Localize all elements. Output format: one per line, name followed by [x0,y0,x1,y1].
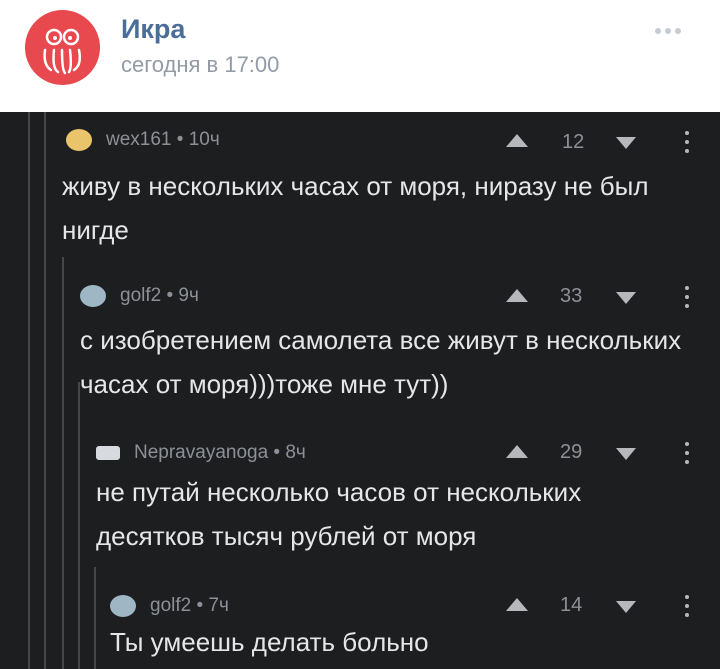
upvote-icon[interactable] [506,134,528,147]
downvote-icon[interactable] [616,292,636,304]
upvote-icon[interactable] [506,598,528,611]
comment-rating: 29 [560,441,583,463]
comments-screenshot: wex161 • 10ч 12 живу в нескольких часах … [0,112,720,669]
comment-author[interactable]: Nepravayanoga • 8ч [134,442,306,464]
comment-author[interactable]: wex161 • 10ч [106,129,220,151]
thread-line [28,112,30,669]
post-time: сегодня в 17:00 [121,52,280,77]
comment-rating: 14 [560,594,583,616]
more-options-icon[interactable] [655,22,689,40]
comment-menu-icon[interactable] [684,286,690,308]
group-name[interactable]: Икра [121,14,185,45]
octopus-icon [43,28,82,75]
thread-line [78,382,80,669]
comment-rating: 33 [560,285,583,307]
comment-menu-icon[interactable] [684,442,690,464]
user-avatar[interactable] [110,595,136,617]
upvote-icon[interactable] [506,445,528,458]
downvote-icon[interactable] [616,601,636,613]
post-header: Икра сегодня в 17:00 [0,0,720,112]
downvote-icon[interactable] [616,448,636,460]
comment-menu-icon[interactable] [684,595,690,617]
thread-line [44,112,46,669]
comment-menu-icon[interactable] [684,131,690,153]
comment-text: Ты умеешь делать больно [110,627,429,657]
comment-author[interactable]: golf2 • 9ч [120,285,199,307]
comment-text: не путай несколько часов от нескольких д… [96,477,582,551]
upvote-icon[interactable] [506,289,528,302]
downvote-icon[interactable] [616,137,636,149]
comment-text: живу в нескольких часах от моря, ниразу … [62,171,649,245]
thread-line [94,567,96,669]
comment-text: с изобретением самолета все живут в неск… [80,325,682,399]
group-avatar[interactable] [25,10,100,85]
user-avatar[interactable] [66,129,92,151]
user-avatar[interactable] [96,446,120,460]
comment-author[interactable]: golf2 • 7ч [150,595,229,617]
thread-line [62,257,64,669]
comment-rating: 12 [562,131,585,153]
user-avatar[interactable] [80,285,106,307]
